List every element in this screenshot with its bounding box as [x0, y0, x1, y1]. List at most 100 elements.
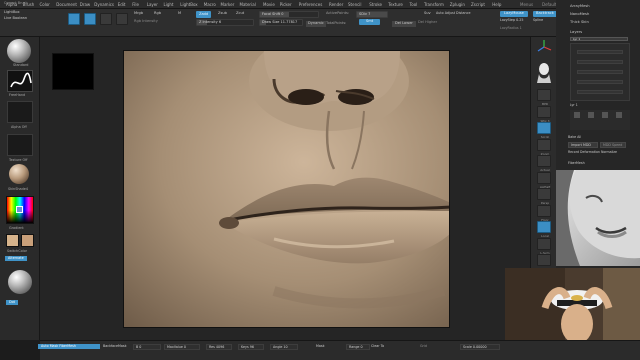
stroke-thumbnail[interactable]: [7, 70, 33, 92]
menu-color[interactable]: Color: [40, 2, 50, 7]
draw-mode-button[interactable]: [84, 13, 96, 25]
rgb-intensity-slider[interactable]: Rgb Intensity: [134, 19, 158, 24]
floor-button[interactable]: Floor: [537, 204, 551, 221]
nanomesh-item[interactable]: NanoMesh: [570, 12, 589, 17]
layer-new-icon[interactable]: [574, 112, 580, 118]
local-button[interactable]: Local: [537, 221, 551, 238]
bake-all-button[interactable]: Bake All: [568, 135, 581, 139]
layer-slider-1[interactable]: [577, 50, 623, 54]
suv-button[interactable]: Suv: [424, 11, 431, 16]
grid-button[interactable]: Grid: [420, 344, 427, 348]
menu-edit[interactable]: Edit: [118, 2, 126, 7]
max-value-slider[interactable]: MaxValue 0: [164, 344, 200, 350]
aahalf-button[interactable]: AAHalf: [537, 171, 551, 188]
lsym-button[interactable]: L.Sym: [537, 237, 551, 254]
bpr-button[interactable]: BPR: [537, 89, 551, 106]
material-thumbnail-icon[interactable]: [9, 164, 29, 184]
head-model-thumbnail[interactable]: [535, 61, 553, 83]
del-higher-button[interactable]: Del Higher: [418, 20, 437, 25]
texture-thumbnail[interactable]: [7, 134, 33, 156]
layer-row[interactable]: Lyr 1: [570, 103, 578, 107]
smt-button[interactable]: Smt: [359, 19, 381, 25]
mrgb-button[interactable]: Mrgb: [134, 11, 143, 16]
m-button[interactable]: M: [178, 11, 181, 16]
rgb-button[interactable]: Rgb: [154, 11, 161, 16]
main-color-swatch[interactable]: [6, 234, 19, 247]
mdd-speed-slider[interactable]: MDD Speed: [600, 142, 626, 148]
menu-stencil[interactable]: Stencil: [348, 2, 362, 7]
menu-lightbox[interactable]: LightBox: [180, 2, 197, 7]
scale-mode-button[interactable]: [116, 13, 128, 25]
dynamic-button[interactable]: Dynamic: [306, 21, 326, 27]
menu-zscript[interactable]: Zscript: [471, 2, 485, 7]
menu-right-menus[interactable]: Menus: [520, 2, 533, 7]
layer-slider-5[interactable]: [577, 90, 623, 94]
layer-slider-4[interactable]: [577, 80, 623, 84]
actual-button[interactable]: Actual: [537, 155, 551, 172]
layer-slider-3[interactable]: [577, 70, 623, 74]
switch-color-button[interactable]: SwitchColor: [7, 249, 27, 253]
lazy-radius-slider[interactable]: LazyRadius 1: [500, 26, 522, 30]
range-slider[interactable]: Range 0: [346, 344, 370, 350]
layers-header[interactable]: Layers: [570, 30, 582, 35]
alternate-button[interactable]: Alternate: [5, 256, 27, 262]
zcut-button[interactable]: Zcut: [236, 11, 244, 16]
live-boolean-button[interactable]: Live Boolean: [4, 16, 27, 21]
menu-macro[interactable]: Macro: [204, 2, 216, 7]
focal-shift-slider[interactable]: Focal Shift 0: [259, 11, 319, 18]
layer-delete-icon[interactable]: [602, 112, 608, 118]
menu-texture[interactable]: Texture: [388, 2, 403, 7]
scale-slider[interactable]: Scale 0.00000: [460, 344, 500, 350]
angle-slider[interactable]: Angle 10: [270, 344, 298, 350]
menu-light[interactable]: Light: [164, 2, 174, 7]
auto-adjust-button[interactable]: Auto Adjust Distance: [436, 11, 470, 15]
menu-marker[interactable]: Marker: [221, 2, 235, 7]
z-intensity-slider[interactable]: Z Intensity 6: [196, 19, 254, 26]
draw-size-slider[interactable]: Draw Size 11.77817: [259, 19, 303, 26]
keys-slider[interactable]: Keys 96: [238, 344, 264, 350]
alpha-thumbnail[interactable]: [7, 101, 33, 123]
arraymesh-item[interactable]: ArrayMesh: [570, 4, 590, 9]
lazymouse-button[interactable]: LazyMouse: [500, 11, 528, 17]
sdiv-slider[interactable]: SDiv 7: [356, 11, 388, 18]
menu-zplugin[interactable]: Zplugin: [450, 2, 465, 7]
zoom-button[interactable]: Zoom: [537, 138, 551, 155]
brush-thumbnail-icon[interactable]: [7, 39, 31, 63]
menu-file[interactable]: File: [132, 2, 139, 7]
layer-settings-icon[interactable]: [616, 112, 622, 118]
zadd-button[interactable]: Zadd: [196, 11, 212, 18]
spix-button[interactable]: SPix 3: [537, 105, 551, 122]
layer-name-field[interactable]: Lyr 1: [570, 37, 628, 41]
b-slider[interactable]: B 0: [133, 344, 161, 350]
menu-document[interactable]: Document: [56, 2, 77, 7]
import-mdd-button[interactable]: Import MDD: [568, 142, 598, 148]
menu-movie[interactable]: Movie: [263, 2, 275, 7]
mask-button[interactable]: Mask: [316, 344, 325, 348]
axis-gizmo[interactable]: [535, 39, 553, 55]
record-deformation-button[interactable]: Record Deformation Normalize: [568, 150, 617, 154]
menu-preferences[interactable]: Preferences: [299, 2, 323, 7]
menu-tool[interactable]: Tool: [410, 2, 418, 7]
menu-help[interactable]: Help: [492, 2, 501, 7]
menu-picker[interactable]: Picker: [280, 2, 292, 7]
menu-draw[interactable]: Draw: [80, 2, 90, 7]
menu-transform[interactable]: Transform: [424, 2, 444, 7]
lightbox-button[interactable]: LightBox: [4, 10, 20, 15]
auto-mask-fibermesh-button[interactable]: Auto Mask FiberMesh: [38, 344, 100, 350]
menu-material[interactable]: Material: [240, 2, 256, 7]
layer-duplicate-icon[interactable]: [588, 112, 594, 118]
dot-button[interactable]: Dot: [6, 300, 19, 306]
persp-button[interactable]: Persp: [537, 188, 551, 205]
fibermesh-header[interactable]: FiberMesh: [568, 161, 585, 165]
lazy-step-slider[interactable]: LazyStep 0.25: [500, 18, 523, 22]
backface-mask-button[interactable]: BackfaceMask: [103, 344, 127, 348]
scroll-button[interactable]: Scroll: [537, 122, 551, 139]
edit-mode-button[interactable]: [68, 13, 80, 25]
xyz-button[interactable]: Xyz: [537, 254, 551, 271]
del-lower-button[interactable]: Del Lower: [392, 21, 416, 27]
move-mode-button[interactable]: [100, 13, 112, 25]
backtrack-button[interactable]: Backtrack: [533, 11, 557, 17]
menu-render[interactable]: Render: [329, 2, 343, 7]
spline-button[interactable]: Spline: [533, 18, 543, 22]
zsub-button[interactable]: Zsub: [218, 11, 227, 16]
